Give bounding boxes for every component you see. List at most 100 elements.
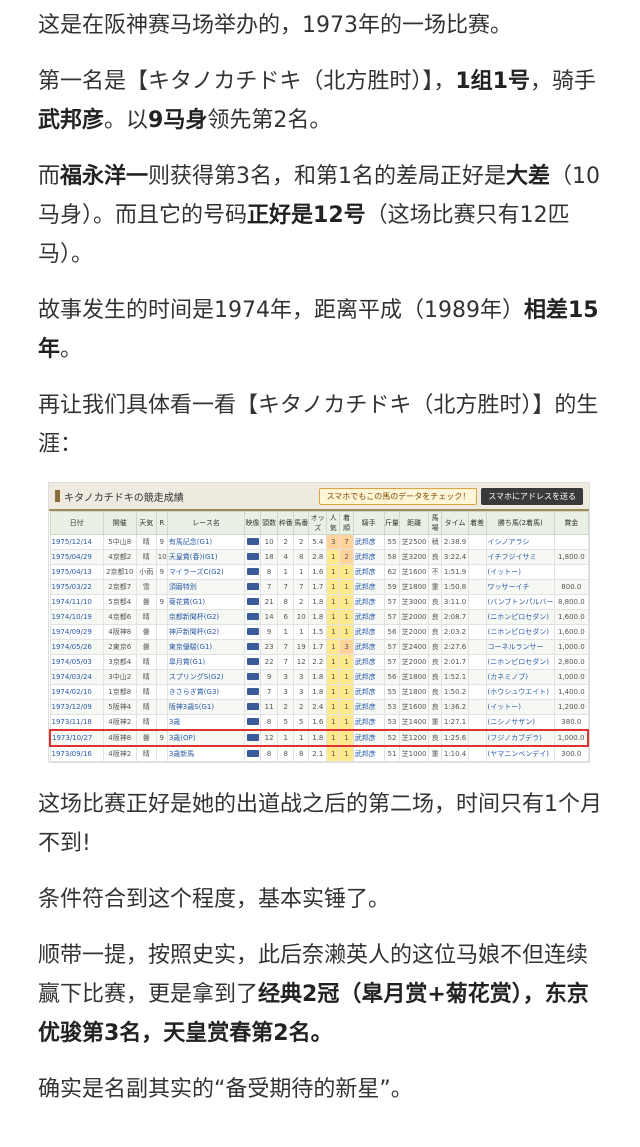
table-row: 1975/04/13 2京都10 小雨 9 マイラーズC(G2) 8 1 1 1.6 1 1 武邦彦 6… bbox=[49, 564, 589, 580]
table-cell[interactable]: 武邦彦 bbox=[352, 729, 385, 747]
table-cell: 1 bbox=[326, 684, 341, 700]
table-cell[interactable]: 武邦彦 bbox=[352, 549, 385, 565]
table-cell[interactable]: 3歳 bbox=[166, 714, 246, 731]
table-cell[interactable]: (イットー) bbox=[485, 699, 556, 715]
table-cell[interactable]: 京都新聞杯(G2) bbox=[166, 609, 246, 625]
table-cell[interactable]: 1974/05/03 bbox=[49, 654, 104, 670]
table-cell: 2 bbox=[292, 534, 310, 550]
table-row: 1974/10/19 4京都6 晴京都新聞杯(G2) 14 6 10 1.8 1 1 武邦彦 57 芝… bbox=[49, 609, 589, 625]
table-cell: 12 bbox=[292, 654, 310, 670]
table-cell[interactable]: 武邦彦 bbox=[352, 654, 385, 670]
video-icon[interactable] bbox=[246, 612, 259, 620]
table-cell[interactable]: (ヤマニンベンデイ) bbox=[485, 745, 556, 762]
video-icon[interactable] bbox=[246, 657, 259, 665]
table-cell[interactable]: 天皇賞(春)(G1) bbox=[166, 549, 246, 565]
table-cell[interactable]: 武邦彦 bbox=[352, 594, 385, 610]
table-cell: 1 bbox=[339, 564, 354, 580]
column-header: 騎手 bbox=[352, 511, 385, 535]
table-cell: 1 bbox=[326, 549, 341, 565]
table-cell[interactable]: イシノアラシ bbox=[485, 534, 556, 550]
table-cell[interactable]: 皐月賞(G1) bbox=[166, 654, 246, 670]
table-cell[interactable]: 東京優駿(G1) bbox=[166, 639, 246, 655]
table-cell[interactable]: ワッサーイチ bbox=[485, 579, 556, 595]
video-icon[interactable] bbox=[246, 627, 259, 635]
video-icon[interactable] bbox=[246, 749, 259, 757]
table-cell[interactable]: 阪神3歳S(G1) bbox=[166, 699, 246, 715]
table-cell[interactable]: (ニシノサザン) bbox=[485, 714, 556, 731]
table-cell[interactable]: (ホウシュウエイト) bbox=[485, 684, 556, 700]
table-cell: 芝3200 bbox=[399, 549, 429, 565]
table-cell: 58 bbox=[383, 549, 401, 565]
table-cell[interactable]: 武邦彦 bbox=[352, 684, 385, 700]
table-cell[interactable]: 武邦彦 bbox=[352, 579, 385, 595]
table-cell[interactable]: 武邦彦 bbox=[352, 639, 385, 655]
table-cell[interactable]: 1974/09/29 bbox=[49, 624, 104, 640]
table-cell[interactable]: (バンブトンパルバー) bbox=[485, 594, 556, 610]
table-cell[interactable]: 1975/04/29 bbox=[49, 549, 104, 565]
table-cell[interactable]: 1973/09/16 bbox=[49, 745, 104, 762]
table-cell bbox=[467, 684, 487, 700]
table-cell[interactable]: きさらぎ賞(G3) bbox=[166, 684, 246, 700]
table-cell[interactable]: 1975/12/14 bbox=[49, 534, 104, 550]
table-cell[interactable]: 1974/11/10 bbox=[49, 594, 104, 610]
table-cell[interactable]: (ニホンピロセダン) bbox=[485, 654, 556, 670]
table-cell[interactable]: イチフジイサミ bbox=[485, 549, 556, 565]
table-cell: 1,200.0 bbox=[554, 699, 589, 715]
video-icon[interactable] bbox=[246, 582, 259, 590]
table-cell[interactable]: 武邦彦 bbox=[352, 609, 385, 625]
table-cell[interactable]: 1975/03/22 bbox=[49, 579, 104, 595]
table-cell[interactable]: 3歳(OP) bbox=[166, 729, 246, 747]
table-cell[interactable]: 武邦彦 bbox=[352, 714, 385, 731]
video-icon[interactable] bbox=[246, 717, 259, 725]
table-cell[interactable]: 武邦彦 bbox=[352, 699, 385, 715]
table-cell: 4阪神8 bbox=[102, 729, 137, 747]
table-cell[interactable]: 武邦彦 bbox=[352, 624, 385, 640]
table-cell[interactable]: 須磨特別 bbox=[166, 579, 246, 595]
table-cell[interactable]: 1973/11/18 bbox=[49, 714, 104, 731]
table-cell[interactable]: 1973/12/09 bbox=[49, 699, 104, 715]
table-cell[interactable]: コーネルランサー bbox=[485, 639, 556, 655]
table-cell[interactable]: 3歳新馬 bbox=[166, 745, 246, 762]
video-icon[interactable] bbox=[246, 552, 259, 560]
video-icon[interactable] bbox=[246, 537, 259, 545]
table-cell: 良 bbox=[427, 624, 443, 640]
table-cell[interactable]: 1974/02/10 bbox=[49, 684, 104, 700]
table-cell: 1.5 bbox=[308, 624, 328, 640]
table-cell: 2 bbox=[292, 594, 310, 610]
table-cell: 1 bbox=[326, 564, 341, 580]
table-cell: 57 bbox=[383, 654, 401, 670]
paragraph-2: 第一名是【キタノカチドキ（北方胜时）】，1组1号，骑手武邦彦。以9马身领先第2名… bbox=[38, 69, 596, 133]
table-cell[interactable]: 1974/05/26 bbox=[49, 639, 104, 655]
table-cell[interactable]: 武邦彦 bbox=[352, 534, 385, 550]
table-cell[interactable]: スプリングS(G2) bbox=[166, 669, 246, 685]
table-cell[interactable]: (ニホンピロセダン) bbox=[485, 624, 556, 640]
table-cell: 良 bbox=[427, 654, 443, 670]
table-cell: 晴 bbox=[135, 534, 157, 550]
table-cell[interactable]: マイラーズC(G2) bbox=[166, 564, 246, 580]
table-cell[interactable]: 1973/10/27 bbox=[48, 729, 104, 747]
table-cell[interactable]: 神戸新聞杯(G2) bbox=[166, 624, 246, 640]
video-icon[interactable] bbox=[246, 733, 259, 741]
video-icon[interactable] bbox=[246, 597, 259, 605]
table-cell[interactable]: 1974/03/24 bbox=[49, 669, 104, 685]
video-icon[interactable] bbox=[246, 642, 259, 650]
video-icon[interactable] bbox=[246, 687, 259, 695]
table-cell[interactable]: 菊花賞(G1) bbox=[166, 594, 246, 610]
table-cell[interactable]: (イットー) bbox=[485, 564, 556, 580]
table-cell[interactable]: 1975/04/13 bbox=[49, 564, 104, 580]
table-cell: 1.8 bbox=[308, 669, 328, 685]
video-icon[interactable] bbox=[246, 567, 259, 575]
video-icon[interactable] bbox=[246, 702, 259, 710]
table-cell[interactable]: 1974/10/19 bbox=[49, 609, 104, 625]
race-record-header: キタノカチドキの競走成績 スマホでもこの馬のデータをチェック！ スマホにアドレス… bbox=[49, 483, 589, 511]
video-icon[interactable] bbox=[246, 672, 259, 680]
table-cell: 1 bbox=[326, 579, 341, 595]
table-cell[interactable]: (カネミノブ) bbox=[485, 669, 556, 685]
table-cell[interactable]: 武邦彦 bbox=[352, 669, 385, 685]
table-cell: 1 bbox=[339, 714, 354, 731]
table-cell[interactable]: (ニホンピロセダン) bbox=[485, 609, 556, 625]
table-cell[interactable]: 有馬記念(G1) bbox=[166, 534, 246, 550]
table-cell[interactable]: (フジノカブデラ) bbox=[485, 729, 556, 747]
table-cell[interactable]: 武邦彦 bbox=[352, 564, 385, 580]
table-cell[interactable]: 武邦彦 bbox=[352, 745, 385, 762]
